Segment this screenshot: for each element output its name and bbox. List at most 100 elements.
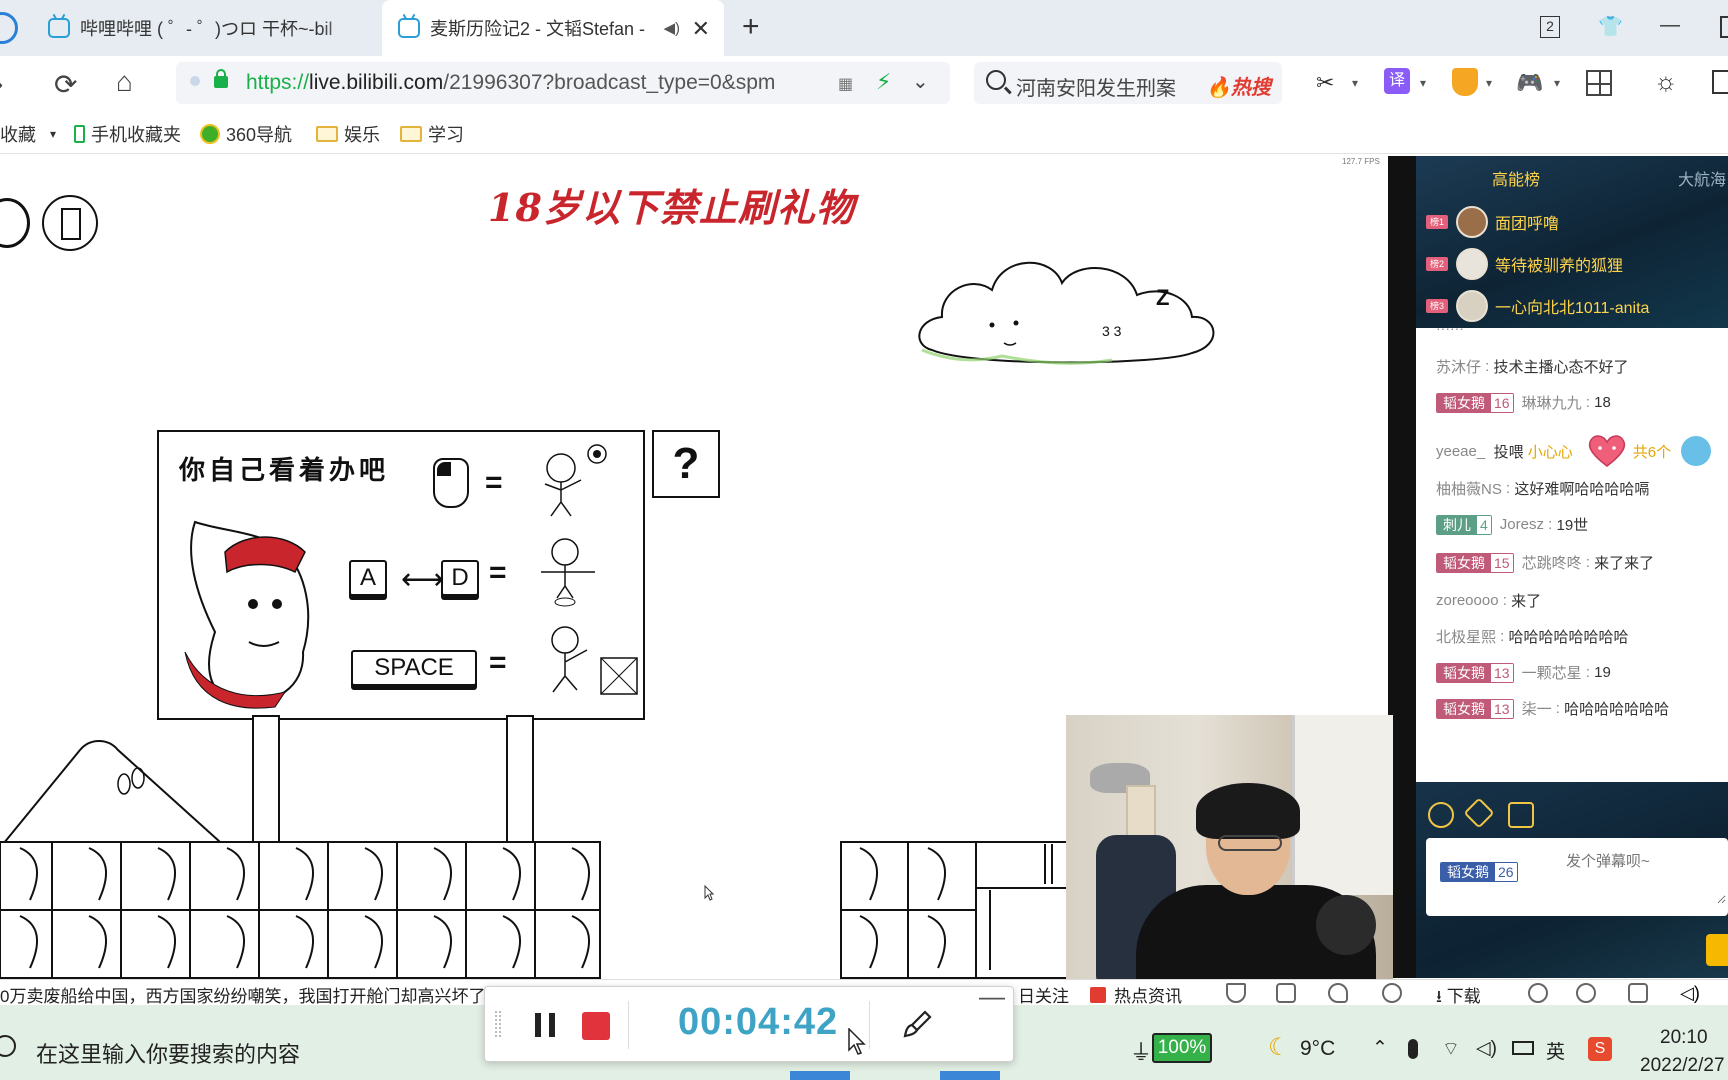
- speed-mode-icon[interactable]: ⚡: [876, 69, 891, 95]
- translate-icon[interactable]: 译: [1384, 68, 1410, 94]
- bookmark-mobile[interactable]: 手机收藏夹: [74, 121, 181, 147]
- sidebar-toggle-icon[interactable]: [1712, 70, 1728, 94]
- bookmark-360-nav[interactable]: 360导航: [200, 121, 296, 147]
- fan-medal[interactable]: 韬女鹅 15: [1436, 552, 1514, 573]
- wifi-icon[interactable]: ⌔: [1442, 1037, 1460, 1061]
- ime-indicator[interactable]: 英: [1546, 1037, 1565, 1064]
- news-follow-link[interactable]: 日关注: [1018, 982, 1069, 1007]
- hot-news-link[interactable]: 热点资讯: [1090, 982, 1182, 1007]
- fan-medal[interactable]: 韬女鹅 13: [1436, 698, 1514, 719]
- site-info-icon[interactable]: [190, 76, 200, 86]
- exit-door-icon[interactable]: [42, 195, 98, 251]
- forward-icon[interactable]: ›: [0, 68, 3, 100]
- hot-search-badge[interactable]: 🔥热搜: [1206, 71, 1271, 100]
- speaker-icon[interactable]: ◁): [1476, 1037, 1497, 1060]
- home-icon[interactable]: ⌂: [116, 66, 133, 98]
- window-icon[interactable]: [1628, 983, 1648, 1003]
- news-headline[interactable]: 0万卖废船给中国，西方国家纷纷嘲笑，我国打开舱门却高兴坏了: [0, 982, 485, 1007]
- image-icon[interactable]: [1276, 983, 1296, 1003]
- fan-medal[interactable]: 韬女鹅 13: [1436, 662, 1514, 683]
- microphone-icon[interactable]: [1408, 1039, 1418, 1059]
- fan-medal[interactable]: 韬女鹅 16: [1436, 392, 1514, 413]
- tab-bilibili-home[interactable]: 哔哩哔哩 ( ゜- ゜)つロ 干杯~-bil: [48, 0, 378, 56]
- scissors-icon[interactable]: ✂: [1316, 70, 1334, 96]
- taskbar-search-input[interactable]: 在这里输入你要搜索的内容: [36, 1037, 300, 1069]
- new-tab-button[interactable]: +: [742, 10, 760, 44]
- minimize-button[interactable]: —: [1660, 14, 1680, 37]
- search-box[interactable]: 河南安阳发生刑案 🔥热搜: [974, 62, 1282, 104]
- fan-medal[interactable]: 刺儿 4: [1436, 514, 1492, 535]
- tab-count-button[interactable]: 2: [1540, 16, 1560, 38]
- search-icon[interactable]: [0, 1035, 16, 1057]
- brush-icon[interactable]: [903, 1009, 933, 1039]
- taskbar-app-indicator[interactable]: [940, 1071, 1000, 1080]
- streamer-webcam: [1066, 715, 1393, 979]
- chat-message: 苏沐仔 : 技术主播心态不好了: [1436, 358, 1629, 376]
- rocket-icon[interactable]: [1382, 983, 1402, 1003]
- fan-medal-selector[interactable]: 韬女鹅 26: [1440, 862, 1518, 882]
- folder-icon: [400, 126, 422, 142]
- chevron-down-icon[interactable]: ▾: [1486, 76, 1492, 90]
- ie-icon[interactable]: [1576, 983, 1596, 1003]
- minimize-recorder-button[interactable]: —: [979, 981, 1005, 1012]
- bookmark-folder-entertainment[interactable]: 娱乐: [316, 121, 380, 147]
- chevron-down-icon[interactable]: ▾: [1352, 76, 1358, 90]
- chevron-down-icon[interactable]: ▾: [50, 127, 56, 141]
- bookmark-folder-study[interactable]: 学习: [400, 121, 464, 147]
- shirt-skin-icon[interactable]: 👕: [1598, 14, 1623, 39]
- gear-icon[interactable]: [0, 198, 30, 248]
- tab-rank-energy[interactable]: 高能榜: [1492, 166, 1540, 190]
- avatar[interactable]: [1681, 436, 1712, 466]
- brightness-icon[interactable]: ☼: [1654, 66, 1678, 97]
- incognito-icon[interactable]: [1528, 983, 1548, 1003]
- drag-handle[interactable]: [495, 1011, 501, 1037]
- question-mark: ?: [672, 439, 700, 488]
- battery-tray-icon[interactable]: [1512, 1041, 1534, 1055]
- sparkle-icon[interactable]: [1463, 797, 1495, 829]
- sogou-input-icon[interactable]: S: [1588, 1037, 1612, 1061]
- shield-coin-icon[interactable]: [1452, 68, 1478, 96]
- bookmark-favorites[interactable]: 收藏 ▾: [0, 121, 56, 147]
- apps-grid-icon[interactable]: [1586, 70, 1612, 96]
- danmaku-input[interactable]: [1566, 850, 1726, 904]
- meme-face-icon: [184, 520, 310, 709]
- browser-logo-icon[interactable]: [0, 12, 18, 44]
- volume-icon[interactable]: ◁): [1680, 983, 1700, 1003]
- reload-icon[interactable]: ⟳: [54, 68, 77, 101]
- tab-live-stream[interactable]: 麦斯历险记2 - 文韬Stefan - ◀) ✕: [382, 0, 724, 56]
- gamepad-icon[interactable]: 🎮: [1516, 70, 1543, 96]
- clock-date[interactable]: 2022/2/27: [1640, 1055, 1725, 1077]
- speaker-mute-icon[interactable]: ◀): [663, 19, 680, 37]
- send-button[interactable]: [1706, 934, 1728, 966]
- question-block[interactable]: ?: [652, 430, 720, 498]
- stop-button[interactable]: [582, 1012, 610, 1040]
- pause-button[interactable]: [535, 1013, 555, 1037]
- battery-indicator[interactable]: 100%: [1152, 1033, 1212, 1063]
- search-input[interactable]: 河南安阳发生刑案: [1016, 72, 1176, 101]
- search-icon: [986, 70, 1006, 90]
- bilibili-tv-icon: [398, 18, 420, 38]
- rank-row[interactable]: 榜1 面团呼噜: [1426, 204, 1726, 240]
- chevron-down-icon[interactable]: ▾: [1420, 76, 1426, 90]
- tab-rank-guard[interactable]: 大航海: [1678, 166, 1726, 190]
- heartbeat-icon[interactable]: [1328, 983, 1348, 1003]
- equals-sign: =: [485, 466, 503, 499]
- rank-row[interactable]: 榜2 等待被驯养的狐狸: [1426, 246, 1726, 282]
- url-text[interactable]: https://live.bilibili.com/21996307?broad…: [246, 71, 986, 95]
- maximize-button[interactable]: [1720, 16, 1728, 38]
- shield-icon[interactable]: [1226, 983, 1246, 1003]
- clock-time[interactable]: 20:10: [1660, 1027, 1708, 1049]
- chevron-up-icon[interactable]: ⌃: [1372, 1037, 1388, 1060]
- chevron-down-icon[interactable]: ⌄: [912, 69, 929, 94]
- palette-icon[interactable]: [1428, 802, 1454, 828]
- rank-row[interactable]: 榜3 一心向北北1011-anita: [1426, 288, 1726, 324]
- taskbar-app-indicator[interactable]: [790, 1071, 850, 1080]
- url-field[interactable]: https://live.bilibili.com/21996307?broad…: [176, 62, 950, 104]
- qr-code-icon[interactable]: ▦: [838, 74, 853, 94]
- power-plug-icon: ⏚: [1130, 1040, 1153, 1065]
- danmaku-settings-icon[interactable]: [1508, 802, 1534, 828]
- close-tab-icon[interactable]: ✕: [692, 16, 710, 42]
- danmaku-box: 韬女鹅 26: [1426, 838, 1728, 916]
- temperature[interactable]: 9°C: [1300, 1037, 1335, 1061]
- chevron-down-icon[interactable]: ▾: [1554, 76, 1560, 90]
